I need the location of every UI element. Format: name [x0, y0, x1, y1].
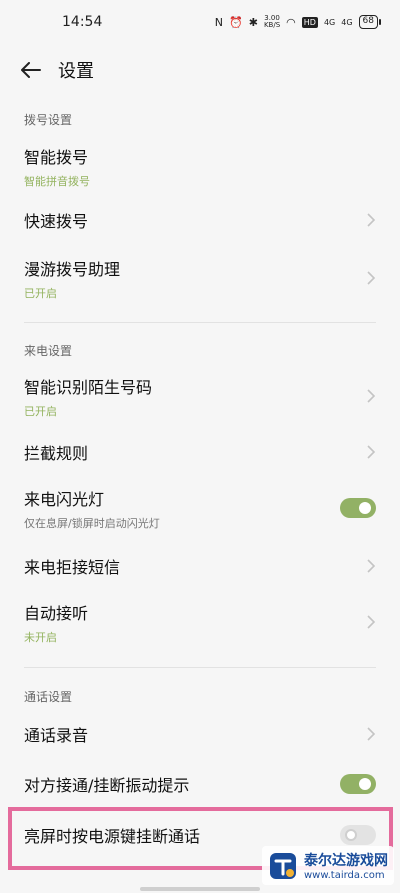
item-title: 自动接听	[24, 603, 89, 623]
section-label-incoming: 来电设置	[24, 344, 73, 358]
chevron-right-icon	[367, 389, 376, 403]
item-call-recording[interactable]: 通话录音	[0, 714, 400, 754]
item-title: 智能识别陌生号码	[24, 377, 153, 397]
item-title: 漫游拨号助理	[24, 259, 121, 279]
divider	[24, 667, 376, 668]
home-indicator	[140, 887, 260, 891]
status-time: 14:54	[62, 14, 103, 30]
item-subtitle: 已开启	[24, 286, 57, 300]
page-title: 设置	[58, 61, 94, 82]
watermark-logo-icon	[270, 852, 296, 879]
wifi-icon: ◠	[286, 15, 296, 29]
item-subtitle: 仅在息屏/锁屏时启动闪光灯	[24, 516, 160, 530]
status-icons: N ⏰ ✱ 3.00 KB/S ◠ HD 4G 4G 68	[214, 14, 382, 29]
power-hangup-toggle[interactable]	[340, 825, 376, 845]
item-auto-answer[interactable]: 自动接听 未开启	[0, 596, 400, 648]
item-title: 来电闪光灯	[24, 489, 105, 509]
item-roaming-dial[interactable]: 漫游拨号助理 已开启	[0, 252, 400, 304]
item-title: 亮屏时按电源键挂断通话	[24, 827, 201, 846]
item-title: 来电拒接短信	[24, 558, 121, 577]
header: 设置	[0, 48, 400, 92]
item-title: 智能拨号	[24, 147, 89, 167]
item-block-rules[interactable]: 拦截规则	[0, 432, 400, 472]
signal-icon-1: 4G	[323, 17, 336, 27]
chevron-right-icon	[367, 559, 376, 573]
item-smart-dial[interactable]: 智能拨号 智能拼音拨号	[0, 138, 400, 194]
item-title: 拦截规则	[24, 444, 89, 463]
item-reject-sms[interactable]: 来电拒接短信	[0, 546, 400, 586]
chevron-right-icon	[367, 727, 376, 741]
nfc-icon: N	[214, 15, 224, 29]
battery-icon: 68	[358, 15, 382, 29]
chevron-right-icon	[367, 213, 376, 227]
watermark-url: www.tairda.com	[304, 870, 385, 881]
signal-icon-2: 4G	[341, 17, 353, 27]
chevron-right-icon	[367, 445, 376, 459]
watermark: 泰尔达游戏网 www.tairda.com	[262, 846, 394, 885]
section-label-dial: 拨号设置	[24, 113, 73, 127]
item-speed-dial[interactable]: 快速拨号	[0, 200, 400, 240]
divider	[24, 322, 376, 323]
back-arrow-icon[interactable]	[18, 57, 44, 83]
alarm-icon: ⏰	[229, 15, 243, 29]
vibrate-toggle[interactable]	[340, 774, 376, 794]
item-flash-alert: 来电闪光灯 仅在息屏/锁屏时启动闪光灯	[0, 482, 400, 534]
chevron-right-icon	[367, 271, 376, 285]
section-label-call: 通话设置	[24, 690, 73, 704]
item-title: 通话录音	[24, 726, 89, 745]
status-bar: 14:54 N ⏰ ✱ 3.00 KB/S ◠ HD 4G 4G 68	[0, 0, 400, 44]
hd-icon: HD	[301, 16, 318, 28]
watermark-title: 泰尔达游戏网	[304, 853, 388, 869]
bluetooth-icon: ✱	[248, 15, 258, 29]
item-stranger-id[interactable]: 智能识别陌生号码 已开启	[0, 370, 400, 422]
item-subtitle: 未开启	[24, 630, 57, 644]
item-title: 对方接通/挂断振动提示	[24, 776, 190, 795]
item-title: 快速拨号	[24, 212, 89, 231]
item-subtitle: 已开启	[24, 404, 57, 418]
item-vibrate-hint: 对方接通/挂断振动提示	[0, 764, 400, 804]
flash-toggle[interactable]	[340, 498, 376, 518]
item-subtitle: 智能拼音拨号	[24, 174, 90, 188]
chevron-right-icon	[367, 615, 376, 629]
network-speed: 3.00 KB/S	[263, 14, 281, 29]
